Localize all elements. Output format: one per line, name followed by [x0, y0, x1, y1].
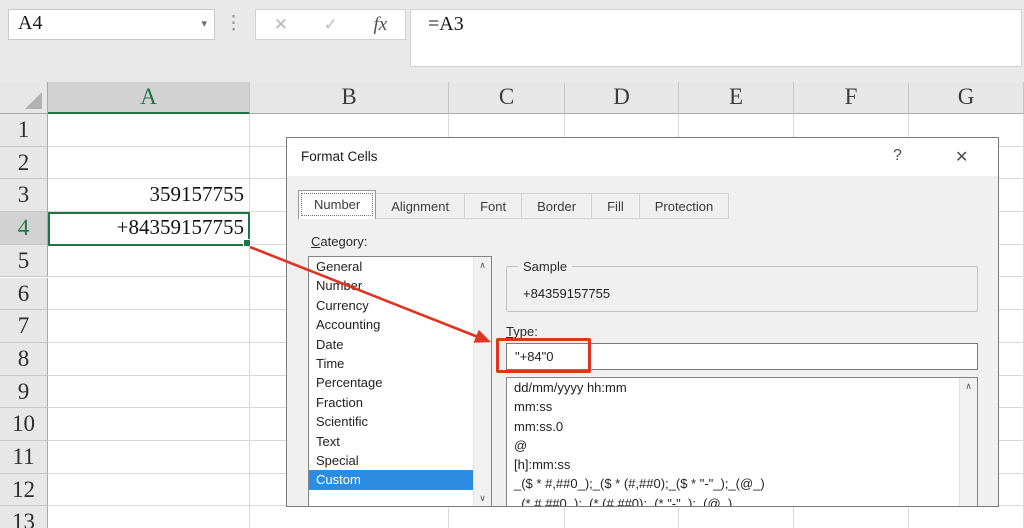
cell-A1[interactable]	[48, 114, 250, 147]
category-date[interactable]: Date	[309, 335, 474, 354]
category-general[interactable]: General	[309, 257, 474, 276]
column-header-F[interactable]: F	[794, 82, 909, 114]
dialog-close-icon[interactable]: ✕	[955, 147, 968, 167]
dialog-title: Format Cells	[301, 149, 378, 164]
column-header-G[interactable]: G	[909, 82, 1024, 114]
cell-B13[interactable]	[250, 506, 449, 528]
sample-groupbox: Sample +84359157755	[506, 266, 978, 312]
type-listbox: dd/mm/yyyy hh:mmmm:ssmm:ss.0@[h]:mm:ss_(…	[506, 377, 978, 507]
row-header-9[interactable]: 9	[0, 376, 48, 409]
fill-handle[interactable]	[243, 239, 251, 247]
tab-fill[interactable]: Fill	[592, 193, 640, 219]
cell-A7[interactable]	[48, 310, 250, 343]
type-items: dd/mm/yyyy hh:mmmm:ssmm:ss.0@[h]:mm:ss_(…	[507, 378, 960, 507]
row-header-12[interactable]: 12	[0, 474, 48, 507]
select-all-corner[interactable]	[0, 82, 48, 114]
formula-bar-value: =A3	[428, 13, 464, 36]
category-special[interactable]: Special	[309, 451, 474, 470]
scroll-down-icon[interactable]: ∨	[474, 490, 491, 506]
type-label: Type:	[506, 324, 538, 339]
tab-protection[interactable]: Protection	[640, 193, 730, 219]
excel-window: A4 ▾ ⋮ ✕ ✓ fx =A3 ABCDEFG1233591577554+8…	[0, 0, 1024, 528]
row-header-3[interactable]: 3	[0, 179, 48, 212]
cell-E13[interactable]	[679, 506, 794, 528]
column-header-D[interactable]: D	[565, 82, 679, 114]
cell-A13[interactable]	[48, 506, 250, 528]
category-number[interactable]: Number	[309, 276, 474, 295]
category-currency[interactable]: Currency	[309, 296, 474, 315]
type-option-3[interactable]: @	[507, 436, 960, 455]
annotation-highlight-box	[496, 338, 591, 373]
enter-icon[interactable]: ✓	[324, 15, 338, 35]
scroll-up-icon[interactable]: ∧	[474, 257, 491, 273]
type-option-5[interactable]: _($ * #,##0_);_($ * (#,##0);_($ * "-"_);…	[507, 474, 960, 493]
cell-C13[interactable]	[449, 506, 565, 528]
category-custom[interactable]: Custom	[309, 470, 474, 489]
category-fraction[interactable]: Fraction	[309, 393, 474, 412]
name-box-value: A4	[18, 12, 42, 35]
column-header-B[interactable]: B	[250, 82, 449, 114]
row-header-5[interactable]: 5	[0, 245, 48, 278]
category-text[interactable]: Text	[309, 432, 474, 451]
toolbar-separator-dots-icon: ⋮	[224, 12, 243, 35]
row-header-11[interactable]: 11	[0, 441, 48, 474]
column-header-A[interactable]: A	[48, 82, 250, 114]
row-header-6[interactable]: 6	[0, 278, 48, 311]
category-items: GeneralNumberCurrencyAccountingDateTimeP…	[309, 257, 474, 490]
tab-alignment[interactable]: Alignment	[376, 193, 465, 219]
cell-A9[interactable]	[48, 376, 250, 409]
dialog-help-icon[interactable]: ?	[893, 147, 902, 165]
cell-A10[interactable]	[48, 408, 250, 441]
selection-border	[48, 212, 250, 246]
row-header-1[interactable]: 1	[0, 114, 48, 147]
cell-A3[interactable]: 359157755	[48, 179, 250, 212]
cell-A11[interactable]	[48, 441, 250, 474]
cell-G13[interactable]	[909, 506, 1024, 528]
format-cells-dialog: Format Cells ? ✕ NumberAlignmentFontBord…	[286, 137, 999, 507]
row-header-8[interactable]: 8	[0, 343, 48, 376]
name-box[interactable]: A4 ▾	[8, 9, 215, 40]
row-header-10[interactable]: 10	[0, 408, 48, 441]
category-percentage[interactable]: Percentage	[309, 373, 474, 392]
cell-A12[interactable]	[48, 474, 250, 507]
dialog-tabstrip: NumberAlignmentFontBorderFillProtection	[298, 191, 729, 219]
row-header-4[interactable]: 4	[0, 212, 48, 245]
category-time[interactable]: Time	[309, 354, 474, 373]
cell-D13[interactable]	[565, 506, 679, 528]
type-option-4[interactable]: [h]:mm:ss	[507, 455, 960, 474]
category-listbox: GeneralNumberCurrencyAccountingDateTimeP…	[308, 256, 492, 507]
column-header-C[interactable]: C	[449, 82, 565, 114]
type-option-0[interactable]: dd/mm/yyyy hh:mm	[507, 378, 960, 397]
formula-bar[interactable]: =A3	[410, 9, 1022, 67]
row-header-13[interactable]: 13	[0, 506, 48, 528]
column-header-E[interactable]: E	[679, 82, 794, 114]
type-option-2[interactable]: mm:ss.0	[507, 417, 960, 436]
type-scrollbar[interactable]: ∧	[959, 378, 977, 507]
formula-buttons-panel: ✕ ✓ fx	[255, 9, 406, 40]
sample-label: Sample	[518, 259, 572, 274]
category-label: Category:	[311, 234, 367, 249]
cell-F13[interactable]	[794, 506, 909, 528]
tab-number[interactable]: Number	[298, 190, 376, 219]
cell-A2[interactable]	[48, 147, 250, 180]
sample-value: +84359157755	[523, 286, 610, 301]
tab-border[interactable]: Border	[522, 193, 592, 219]
dialog-titlebar: Format Cells ? ✕	[287, 138, 998, 176]
insert-function-icon[interactable]: fx	[373, 14, 387, 36]
type-option-6[interactable]: _(* #,##0_);_(* (#,##0);_(* "-"_);_(@_)	[507, 494, 960, 507]
row-header-7[interactable]: 7	[0, 310, 48, 343]
name-box-dropdown-icon[interactable]: ▾	[201, 17, 207, 30]
cell-A8[interactable]	[48, 343, 250, 376]
scroll-up-icon[interactable]: ∧	[960, 378, 977, 394]
cancel-icon[interactable]: ✕	[274, 15, 288, 35]
row-header-2[interactable]: 2	[0, 147, 48, 180]
category-accounting[interactable]: Accounting	[309, 315, 474, 334]
category-scientific[interactable]: Scientific	[309, 412, 474, 431]
cell-A6[interactable]	[48, 278, 250, 311]
category-scrollbar[interactable]: ∧ ∨	[473, 257, 491, 506]
select-all-triangle-icon	[25, 92, 42, 109]
type-option-1[interactable]: mm:ss	[507, 397, 960, 416]
tab-font[interactable]: Font	[465, 193, 522, 219]
cell-A5[interactable]	[48, 245, 250, 278]
